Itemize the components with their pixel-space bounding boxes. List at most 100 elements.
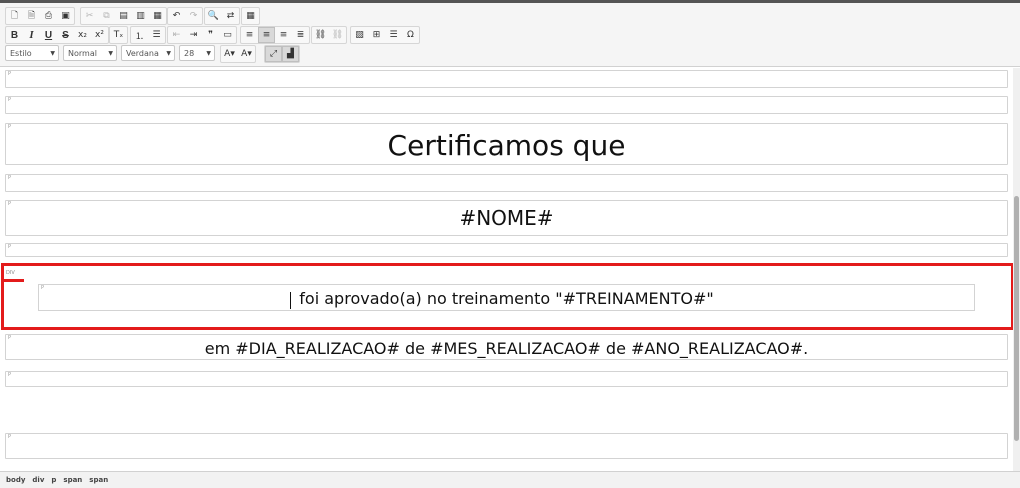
image-icon[interactable]: ▨ [351,27,368,43]
link-group: ⛓ ⛓ [311,26,347,44]
new-page-icon[interactable]: 🗋 [6,8,23,24]
indent-group: ⇤ ⇥ ❞ ▭ [167,26,237,44]
link-icon[interactable]: ⛓ [312,27,329,43]
align-center-icon[interactable]: ≡ [258,27,275,43]
element-path-bar: body div p span span [0,471,1020,488]
paragraph-block-name[interactable]: P #NOME# [5,200,1008,236]
paragraph-block[interactable]: P [5,174,1008,192]
create-div-icon[interactable]: ▭ [219,27,236,43]
outdent-icon[interactable]: ⇤ [168,27,185,43]
rich-text-editor: 🗋 🗎 ⎙ ▣ ✂ ⧉ ▤ ▥ ▦ ↶ ↷ 🔍 ⇄ ▦ B I U Sx₂ x² Tₓ ⒈ ☰ ⇤ ⇥ ❞ ▭ ≡… [0,0,1020,488]
block-tag-label: P [8,244,12,250]
table-icon[interactable]: ⊞ [368,27,385,43]
bulleted-list-icon[interactable]: ☰ [148,27,165,43]
templates-icon[interactable]: 🗎 [23,8,40,24]
align-right-icon[interactable]: ≡ [275,27,292,43]
subscript-icon[interactable]: x₂ [74,27,91,43]
paste-icon[interactable]: ▤ [115,8,132,24]
superscript-icon[interactable]: x² [91,27,108,43]
chevron-down-icon: ▼ [166,50,171,57]
block-tag-label: P [8,434,12,440]
maximize-icon[interactable]: ⤢ [265,46,282,62]
select-group: ▦ [241,7,260,25]
paste-word-icon[interactable]: ▦ [149,8,166,24]
blockquote-icon[interactable]: ❞ [202,27,219,43]
special-char-icon[interactable]: Ω [402,27,419,43]
horizontal-line-icon[interactable]: ☰ [385,27,402,43]
redo-icon[interactable]: ↷ [185,8,202,24]
paragraph-block[interactable]: P [5,243,1008,257]
font-combo[interactable]: Verdana ▼ [121,45,175,61]
copy-icon[interactable]: ⧉ [98,8,115,24]
path-crumb-p[interactable]: p [51,476,56,484]
path-crumb-span[interactable]: span [89,476,108,484]
name-placeholder: #NOME# [459,206,554,230]
block-tag-label: P [8,175,12,181]
text-color-icon[interactable]: A▾ [221,46,238,62]
cleanup-group: Tₓ [109,26,128,44]
list-group: ⒈ ☰ [130,26,166,44]
paste-text-icon[interactable]: ▥ [132,8,149,24]
chevron-down-icon: ▼ [206,50,211,57]
path-crumb-div[interactable]: div [32,476,44,484]
text-caret [290,292,291,309]
find-group: 🔍 ⇄ [204,7,240,25]
block-tag-label: P [8,97,12,103]
block-tag-label: P [8,372,12,378]
replace-icon[interactable]: ⇄ [222,8,239,24]
find-icon[interactable]: 🔍 [205,8,222,24]
cut-icon[interactable]: ✂ [81,8,98,24]
align-left-icon[interactable]: ≡ [241,27,258,43]
undo-icon[interactable]: ↶ [168,8,185,24]
format-combo-value: Normal [68,48,97,58]
font-size-combo-value: 28 [184,48,195,58]
underline-icon[interactable]: U [40,27,57,43]
align-justify-icon[interactable]: ≣ [292,27,309,43]
paragraph-block[interactable]: P [5,96,1008,114]
date-line-text: em #DIA_REALIZACAO# de #MES_REALIZACAO# … [204,339,809,358]
font-size-combo[interactable]: 28 ▼ [179,45,215,61]
chevron-down-icon: ▼ [108,50,113,57]
paragraph-block-approved[interactable]: P foi aprovado(a) no treinamento "#TREIN… [38,284,975,311]
path-crumb-body[interactable]: body [6,476,25,484]
bg-color-icon[interactable]: A▾ [238,46,255,62]
font-combo-value: Verdana [126,48,159,58]
paragraph-block-date[interactable]: P em #DIA_REALIZACAO# de #MES_REALIZACAO… [5,334,1008,360]
editor-toolbar: 🗋 🗎 ⎙ ▣ ✂ ⧉ ▤ ▥ ▦ ↶ ↷ 🔍 ⇄ ▦ B I U Sx₂ x² Tₓ ⒈ ☰ ⇤ ⇥ ❞ ▭ ≡… [0,3,1020,67]
approval-text: foi aprovado(a) no treinamento "#TREINAM… [299,289,714,308]
block-tag-label: P [8,71,12,77]
basic-styles-group: B I U Sx₂ x² [5,26,109,44]
editor-content-area[interactable]: P P P Certificamos que P P #NOME# P DIV … [0,68,1013,471]
style-combo-value: Estilo [10,48,32,58]
vertical-scrollbar[interactable] [1013,68,1020,471]
save-icon[interactable]: ▣ [57,8,74,24]
select-all-icon[interactable]: ▦ [242,8,259,24]
paragraph-block[interactable]: P [5,70,1008,88]
bold-icon[interactable]: B [6,27,23,43]
remove-format-icon[interactable]: Tₓ [110,27,127,43]
print-icon[interactable]: ⎙ [40,8,57,24]
unlink-icon[interactable]: ⛓ [329,27,346,43]
certificate-title: Certificamos que [387,129,626,162]
style-combo[interactable]: Estilo ▼ [5,45,59,61]
div-tag-marker [4,279,24,282]
clipboard-group: ✂ ⧉ ▤ ▥ ▦ [80,7,167,25]
chevron-down-icon: ▼ [50,50,55,57]
indent-icon[interactable]: ⇥ [185,27,202,43]
italic-icon[interactable]: I [23,27,40,43]
align-group: ≡ ≡ ≡ ≣ [240,26,310,44]
div-tag-label: DIV [6,270,15,276]
scrollbar-thumb[interactable] [1014,196,1019,441]
format-combo[interactable]: Normal ▼ [63,45,117,61]
show-blocks-icon[interactable]: ▟ [282,46,299,62]
numbered-list-icon[interactable]: ⒈ [131,27,148,43]
document-group: 🗋 🗎 ⎙ ▣ [5,7,75,25]
strikethrough-icon[interactable]: S [57,27,74,43]
paragraph-block-title[interactable]: P Certificamos que [5,123,1008,165]
paragraph-block[interactable]: P [5,433,1008,459]
paragraph-block[interactable]: P [5,371,1008,387]
color-group: A▾ A▾ [220,45,256,63]
insert-group: ▨ ⊞ ☰ Ω [350,26,420,44]
path-crumb-span[interactable]: span [63,476,82,484]
tools-group: ⤢ ▟ [264,45,300,63]
